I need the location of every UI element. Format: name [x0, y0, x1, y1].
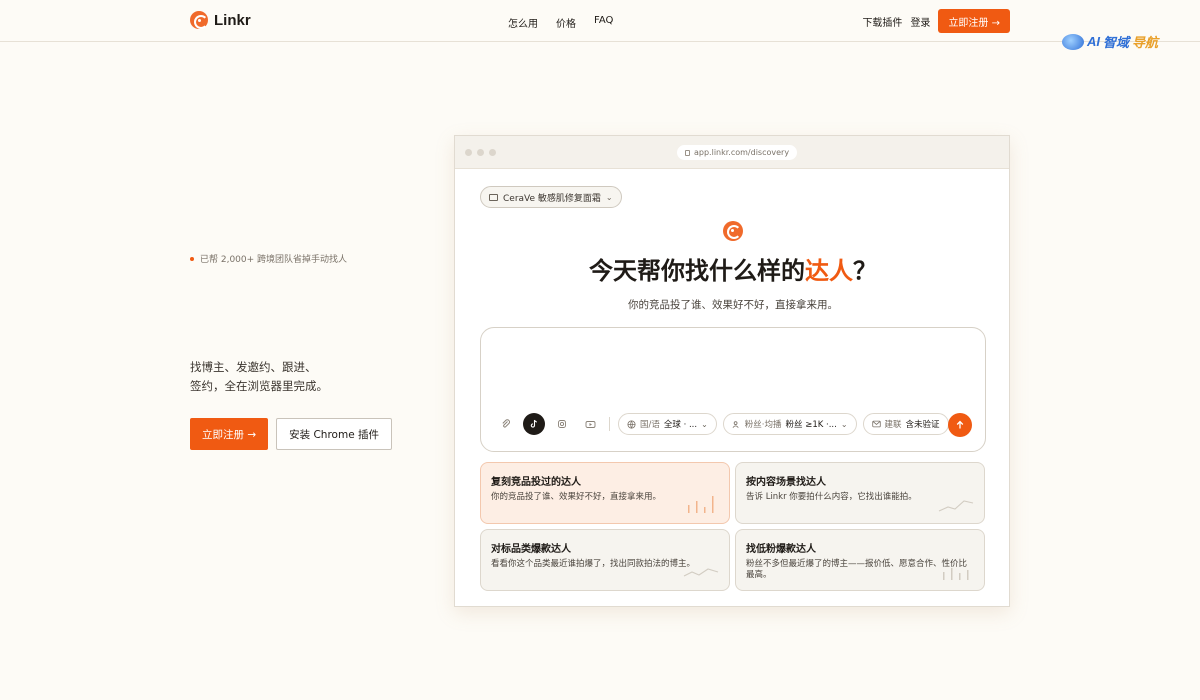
suggestion-card-category[interactable]: 对标品类爆款达人 看看你这个品类最近谁拍爆了，找出同款拍法的博主。 — [480, 529, 730, 591]
browser-mockup: app.linkr.com/discovery CeraVe 敏感肌修复面霜 ⌄… — [454, 135, 1010, 607]
linkr-logo-icon — [723, 221, 743, 241]
prompt-toolbar: 国/语 全球 · ... ⌄ 粉丝·均播 粉丝 ≥1K ·... ⌄ 建联 含未… — [495, 413, 949, 435]
window-dot-icon — [489, 149, 496, 156]
chevron-down-icon: ⌄ — [605, 192, 613, 202]
youtube-icon[interactable] — [579, 413, 601, 435]
discovery-subtitle: 你的竞品投了谁、效果好不好，直接拿来用。 — [628, 299, 838, 311]
followers-label: 粉丝·均播 — [744, 420, 782, 430]
suggestion-card-competitor[interactable]: 复刻竞品投过的达人 你的竞品投了谁、效果好不好，直接拿来用。 — [480, 462, 730, 524]
browser-toolbar: app.linkr.com/discovery — [455, 136, 1009, 169]
title-accent: 达人 — [805, 257, 853, 285]
nav-actions: 下载插件 登录 立即注册 → — [862, 9, 1010, 33]
suggestion-card-scenario[interactable]: 按内容场景找达人 告诉 Linkr 你要拍什么内容，它找出谁能拍。 — [735, 462, 985, 524]
suggestion-card-low-followers[interactable]: 找低粉爆款达人 粉丝不多但最近爆了的博主——报价低、愿意合作、性价比最高。 — [735, 529, 985, 591]
nav-link-faq[interactable]: FAQ — [594, 15, 613, 30]
globe-icon — [1062, 33, 1084, 50]
watermark-cn1: 智域 — [1103, 35, 1130, 50]
hero-badge: 已帮 2,000+ 跨境团队省掉手动找人 — [190, 252, 347, 265]
followers-filter[interactable]: 粉丝·均播 粉丝 ≥1K ·... ⌄ — [722, 413, 857, 435]
hero-signup-button[interactable]: 立即注册 → — [190, 418, 269, 450]
download-plugin-link[interactable]: 下载插件 — [862, 14, 902, 29]
title-post: ？ — [853, 257, 877, 285]
line-deco-icon — [938, 500, 974, 512]
contact-value: 含未验证 — [905, 420, 940, 430]
bars-deco-icon — [943, 568, 969, 580]
contact-filter[interactable]: 建联 含未验证 — [862, 413, 949, 435]
title-pre: 今天帮你找什么样的 — [589, 257, 805, 285]
linkr-logo-icon — [190, 11, 208, 29]
project-selector[interactable]: CeraVe 敏感肌修复面霜 ⌄ — [480, 186, 622, 208]
arrow-up-icon — [956, 420, 964, 429]
chevron-down-icon: ⌄ — [701, 419, 708, 429]
nav-link-how[interactable]: 怎么用 — [508, 15, 538, 30]
discovery-title: 今天帮你找什么样的达人？ — [455, 251, 1011, 286]
chevron-down-icon: ⌄ — [840, 419, 848, 429]
users-icon — [732, 420, 739, 428]
brand-logo[interactable]: Linkr — [190, 11, 251, 29]
project-name: CeraVe 敏感肌修复面霜 — [503, 193, 601, 204]
prompt-input-box[interactable]: 国/语 全球 · ... ⌄ 粉丝·均播 粉丝 ≥1K ·... ⌄ 建联 含未… — [480, 327, 986, 452]
instagram-icon[interactable] — [551, 413, 573, 435]
region-value: 全球 · ... — [663, 420, 698, 430]
card-title: 复刻竞品投过的达人 — [491, 477, 581, 488]
card-title: 按内容场景找达人 — [746, 477, 826, 488]
nav-links: 怎么用 价格 FAQ — [508, 15, 613, 30]
hero-desc-line2: 签约，全在浏览器里完成。 — [190, 379, 328, 393]
address-url: app.linkr.com/discovery — [694, 148, 790, 157]
address-bar[interactable]: app.linkr.com/discovery — [677, 145, 798, 160]
tiktok-icon[interactable] — [523, 413, 545, 435]
watermark-cn2: 导航 — [1132, 35, 1159, 50]
hero-desc-line1: 找博主、发邀约、跟进、 — [190, 360, 317, 374]
card-title: 对标品类爆款达人 — [491, 544, 571, 555]
login-link[interactable]: 登录 — [910, 14, 930, 29]
card-desc: 你的竞品投了谁、效果好不好，直接拿来用。 — [491, 492, 662, 502]
watermark-ai: AI — [1087, 34, 1100, 49]
badge-dot-icon — [190, 256, 194, 261]
nav-link-pricing[interactable]: 价格 — [556, 15, 576, 30]
contact-label: 建联 — [884, 420, 902, 430]
signup-button[interactable]: 立即注册 → — [938, 9, 1010, 33]
region-filter[interactable]: 国/语 全球 · ... ⌄ — [618, 413, 717, 435]
brand-name: Linkr — [214, 11, 251, 29]
watermark-logo: AI 智域 导航 — [1062, 32, 1158, 51]
window-dot-icon — [465, 149, 472, 156]
line-deco-icon — [683, 568, 719, 577]
globe-icon — [627, 419, 636, 429]
top-navbar: Linkr 怎么用 价格 FAQ 下载插件 登录 立即注册 → — [0, 0, 1200, 42]
mail-icon — [871, 420, 881, 428]
lock-icon — [685, 149, 690, 156]
folder-icon — [489, 193, 498, 201]
bars-deco-icon — [688, 496, 714, 513]
followers-value: 粉丝 ≥1K ·... — [785, 420, 837, 430]
install-chrome-plugin-button[interactable]: 安装 Chrome 插件 — [276, 418, 393, 450]
window-controls — [465, 149, 496, 156]
hero-badge-text: 已帮 2,000+ 跨境团队省掉手动找人 — [200, 255, 348, 265]
send-button[interactable] — [948, 413, 972, 437]
attach-icon[interactable] — [495, 413, 517, 435]
hero-description: 找博主、发邀约、跟进、 签约，全在浏览器里完成。 — [190, 358, 410, 396]
window-dot-icon — [477, 149, 484, 156]
card-desc: 粉丝不多但最近爆了的博主——报价低、愿意合作、性价比最高。 — [746, 559, 968, 580]
region-label: 国/语 — [640, 420, 660, 430]
divider — [609, 417, 610, 431]
hero-cta-group: 立即注册 → 安装 Chrome 插件 — [190, 418, 393, 450]
card-title: 找低粉爆款达人 — [746, 544, 816, 555]
